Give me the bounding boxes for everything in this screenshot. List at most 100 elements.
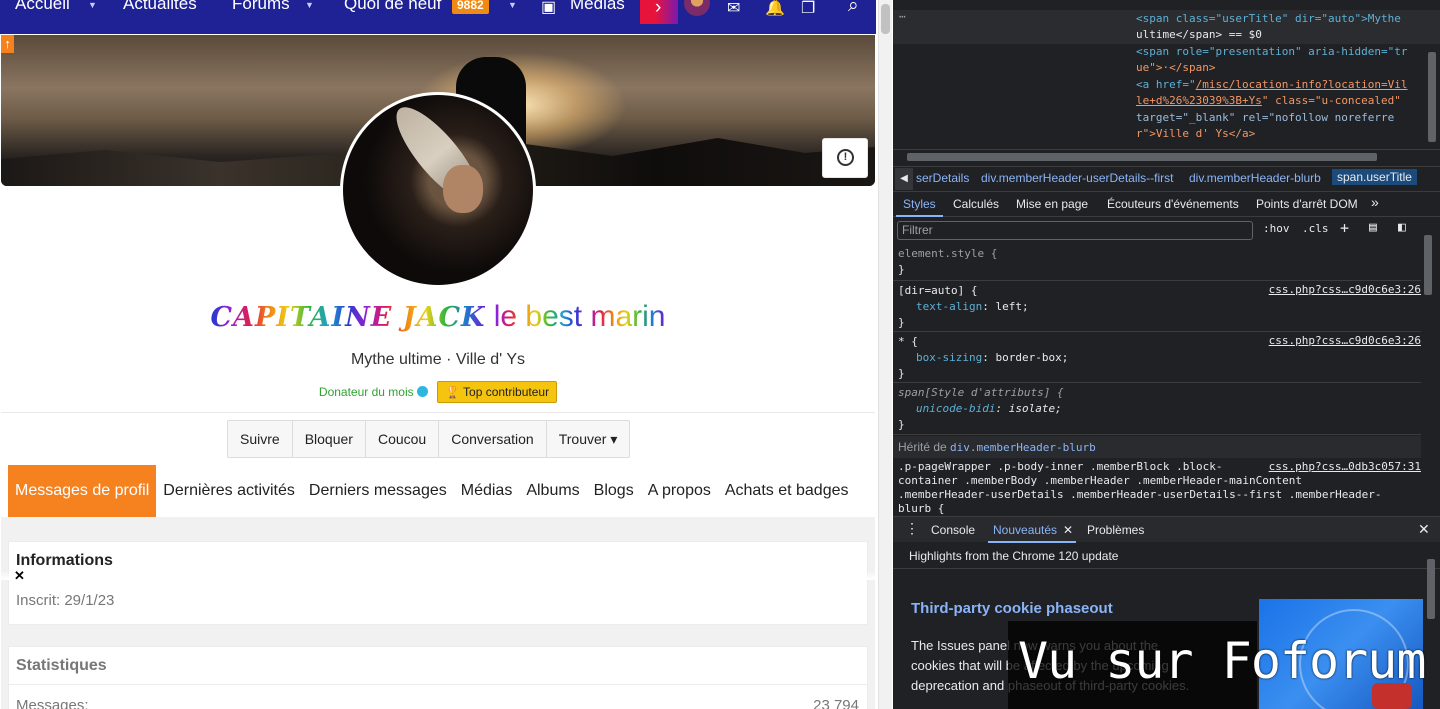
paint-brush-icon[interactable]: ▤: [1369, 220, 1377, 235]
follow-button[interactable]: Suivre: [228, 421, 293, 457]
sidebar-toggle-icon[interactable]: ◧: [1398, 220, 1406, 235]
rule-declaration[interactable]: box-sizing: border-box;: [916, 350, 1068, 366]
rule-declaration[interactable]: text-align: left;: [916, 299, 1029, 315]
tab-latest-activity[interactable]: Dernières activités: [156, 465, 302, 517]
tab-albums[interactable]: Albums: [519, 465, 586, 517]
nav-media[interactable]: Médias: [570, 0, 625, 14]
drawer-scrollbar-thumb[interactable]: [1427, 559, 1435, 619]
dom-href-link[interactable]: le+d%26%23039%3B+Ys: [1136, 94, 1262, 107]
nav-whats-new[interactable]: Quoi de neuf: [344, 0, 441, 14]
inherited-link[interactable]: div.memberHeader-blurb: [950, 441, 1096, 454]
more-tabs-icon[interactable]: »: [1371, 194, 1379, 210]
rule-selector[interactable]: * {: [898, 334, 918, 350]
tab-whats-new[interactable]: Nouveautés: [993, 523, 1057, 537]
dom-line[interactable]: <span role="presentation" aria-hidden="t…: [1136, 44, 1408, 60]
breadcrumb-back-icon[interactable]: ◀: [895, 168, 913, 190]
tab-event-listeners[interactable]: Écouteurs d'événements: [1107, 197, 1239, 211]
dom-horizontal-scrollbar[interactable]: [893, 149, 1440, 163]
new-rule-button[interactable]: +: [1340, 219, 1349, 237]
chevron-down-icon[interactable]: ▼: [88, 0, 97, 10]
nav-forums[interactable]: Forums: [232, 0, 290, 14]
tab-layout[interactable]: Mise en page: [1016, 197, 1088, 211]
donor-icon: [416, 386, 428, 397]
tab-issues[interactable]: Problèmes: [1087, 523, 1144, 537]
tab-profile-posts[interactable]: Messages de profil: [8, 465, 157, 517]
more-icon[interactable]: ⋯: [899, 10, 906, 23]
dom-line[interactable]: <span class="userTitle" dir="auto">Mythe: [1136, 11, 1401, 27]
tab-dom-breakpoints[interactable]: Points d'arrêt DOM: [1256, 197, 1358, 211]
rule-selector[interactable]: [dir=auto] {: [898, 283, 977, 299]
conversation-button[interactable]: Conversation: [439, 421, 547, 457]
dom-line[interactable]: ultime</span> == $0: [1136, 27, 1262, 43]
styles-filter-input[interactable]: Filtrer: [897, 221, 1253, 240]
chevron-down-icon[interactable]: ▼: [305, 0, 314, 10]
avatar-face: [443, 165, 483, 213]
profile-avatar[interactable]: [340, 92, 536, 288]
chevron-down-icon[interactable]: ▼: [508, 0, 517, 10]
styles-filter-row: Filtrer :hov .cls + ▤ ◧: [893, 218, 1440, 244]
rule-selector[interactable]: container .memberBody .memberHeader .mem…: [898, 474, 1302, 488]
rule-selector[interactable]: .p-pageWrapper .p-body-inner .memberBloc…: [898, 460, 1223, 474]
close-icon[interactable]: ✕: [14, 568, 25, 584]
nav-home[interactable]: Accueil: [15, 0, 70, 14]
block-button[interactable]: Bloquer: [293, 421, 366, 457]
styles-scrollbar-thumb[interactable]: [1424, 235, 1432, 295]
user-avatar[interactable]: [684, 0, 710, 16]
dom-line[interactable]: r">Ville d' Ys</a>: [1136, 126, 1255, 142]
class-toggle[interactable]: .cls: [1302, 222, 1329, 235]
inherited-label: Hérité de: [898, 440, 951, 454]
bookmark-icon[interactable]: ❐: [801, 0, 815, 18]
nav-scroll-next-button[interactable]: ›: [640, 0, 678, 24]
mail-icon[interactable]: ✉: [727, 0, 740, 18]
dom-line[interactable]: <a href="/misc/location-info?location=Vi…: [1136, 77, 1408, 93]
page-scrollbar[interactable]: [878, 0, 892, 709]
breadcrumb-item[interactable]: div.memberHeader-blurb: [1189, 171, 1321, 185]
avatar-photo: [343, 95, 533, 285]
breadcrumb-item-selected[interactable]: span.userTitle: [1332, 169, 1417, 185]
close-tab-icon[interactable]: ✕: [1063, 523, 1073, 537]
breadcrumb-item[interactable]: serDetails: [916, 171, 969, 185]
rule-selector[interactable]: blurb {: [898, 502, 944, 515]
tab-console[interactable]: Console: [931, 523, 975, 537]
find-dropdown[interactable]: Trouver ▾: [547, 421, 630, 457]
dom-line[interactable]: target="_blank" rel="nofollow noreferre: [1136, 110, 1394, 126]
rule-selector[interactable]: .memberHeader-userDetails .memberHeader-…: [898, 488, 1381, 502]
dom-href-link[interactable]: /misc/location-info?location=Vil: [1196, 78, 1408, 91]
breadcrumb-item[interactable]: div.memberHeader-userDetails--first: [981, 171, 1174, 185]
drawer-scrollbar[interactable]: [1426, 545, 1436, 709]
page-scrollbar-thumb[interactable]: [881, 4, 890, 34]
tab-computed[interactable]: Calculés: [953, 197, 999, 211]
hover-state-toggle[interactable]: :hov: [1263, 222, 1290, 235]
styles-scrollbar[interactable]: [1423, 233, 1433, 513]
tab-blogs[interactable]: Blogs: [587, 465, 641, 517]
tab-postings[interactable]: Derniers messages: [302, 465, 454, 517]
wave-button[interactable]: Coucou: [366, 421, 440, 457]
dom-scrollbar-thumb[interactable]: [1428, 52, 1436, 142]
rule-selector[interactable]: element.style {: [898, 246, 997, 262]
top-navigation: Accueil ▼ Actualités Forums ▼ Quoi de ne…: [0, 0, 876, 34]
divider: [1, 412, 875, 413]
search-icon[interactable]: ⌕: [848, 0, 859, 17]
bell-icon[interactable]: 🔔: [765, 0, 785, 18]
drawer-menu-icon[interactable]: ⋮: [905, 520, 919, 537]
tab-media[interactable]: Médias: [454, 465, 520, 517]
dom-line[interactable]: ue">·</span>: [1136, 60, 1215, 76]
scroll-up-arrow-icon[interactable]: ↑: [1, 35, 14, 53]
rule-selector[interactable]: span[Style d'attributs] {: [898, 385, 1064, 401]
rule-source-link[interactable]: css.php?css…c9d0c6e3:26: [1269, 334, 1421, 347]
dom-line[interactable]: le+d%26%23039%3B+Ys" class="u-concealed": [1136, 93, 1401, 109]
dom-span-presentation: <span role="presentation" aria-hidden="t…: [1136, 45, 1408, 58]
tab-about[interactable]: A propos: [641, 465, 718, 517]
rule-source-link[interactable]: css.php?css…0db3c057:31: [1269, 460, 1421, 473]
nav-news[interactable]: Actualités: [123, 0, 197, 14]
dom-scrollbar[interactable]: [1426, 14, 1438, 144]
dom-horizontal-scrollbar-thumb[interactable]: [907, 153, 1377, 161]
whats-new-title[interactable]: Third-party cookie phaseout: [911, 600, 1113, 617]
tab-styles[interactable]: Styles: [903, 197, 936, 211]
css-value: isolate;: [1008, 402, 1062, 415]
rule-declaration[interactable]: unicode-bidi: isolate;: [916, 401, 1062, 417]
close-drawer-icon[interactable]: ✕: [1418, 521, 1430, 538]
rule-source-link[interactable]: css.php?css…c9d0c6e3:26: [1269, 283, 1421, 296]
report-button[interactable]: !: [822, 138, 868, 178]
tab-purchases-badges[interactable]: Achats et badges: [718, 465, 856, 517]
